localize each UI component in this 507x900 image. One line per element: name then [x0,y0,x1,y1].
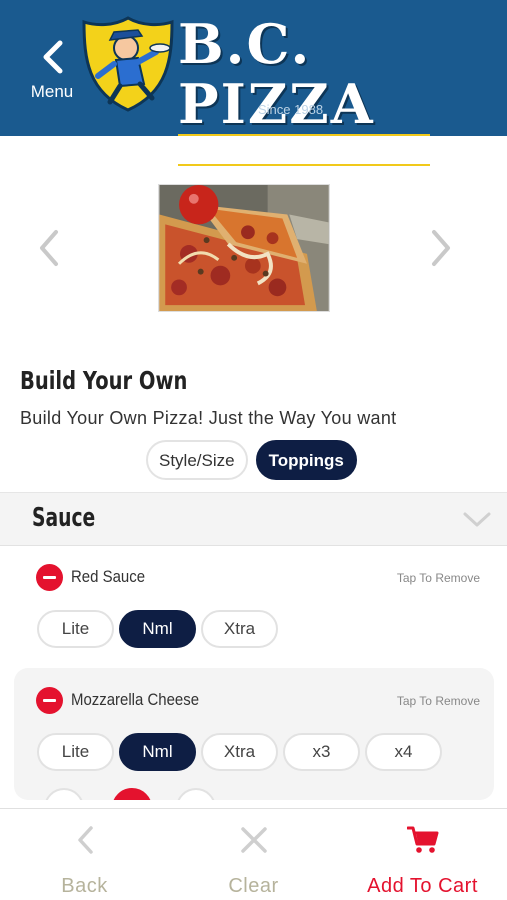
placement-right-button[interactable] [176,788,216,800]
amount-options: Lite Nml Xtra [37,610,278,648]
topping-name: Mozzarella Cheese [71,690,200,709]
menu-button[interactable]: Menu [22,40,82,106]
item-description: Build Your Own Pizza! Just the Way You w… [20,408,397,428]
placement-whole-button[interactable] [112,788,152,800]
chevron-left-icon [77,826,93,854]
section-header-sauce[interactable]: Sauce [0,492,507,546]
mascot-shield-logo [82,16,174,112]
shopping-cart-icon [406,826,438,853]
amount-xtra-button[interactable]: Xtra [201,610,278,648]
amount-lite-button[interactable]: Lite [37,733,114,771]
menu-label: Menu [30,82,74,101]
tab-style-size[interactable]: Style/Size [146,440,248,480]
add-to-cart-label: Add To Cart [367,875,478,897]
placement-left-button[interactable] [44,788,84,800]
back-button[interactable]: Back [0,809,169,900]
amount-x3-button[interactable]: x3 [283,733,360,771]
carousel-next-icon[interactable] [426,228,456,268]
add-to-cart-button[interactable]: Add To Cart [338,809,507,900]
chevron-left-icon [43,40,63,74]
amount-options: Lite Nml Xtra x3 x4 [37,733,442,771]
amount-nml-button[interactable]: Nml [119,610,196,648]
chevron-down-icon [463,512,491,527]
tab-toppings[interactable]: Toppings [255,440,357,480]
tap-to-remove-hint[interactable]: Tap To Remove [397,694,480,708]
amount-lite-button[interactable]: Lite [37,610,114,648]
clear-button[interactable]: Clear [169,809,338,900]
item-title: Build Your Own [20,366,188,395]
brand-since: Since 1988 [258,102,324,117]
topping-name: Red Sauce [71,567,146,586]
builder-tabs: Style/Size Toppings [146,440,357,480]
carousel-prev-icon[interactable] [34,228,64,268]
app-header: Menu B.C. PIZZA The HOMETOWN HANDMADE GO… [0,0,507,166]
topping-row-red-sauce: Red Sauce Tap To Remove Lite Nml Xtra [14,548,494,664]
remove-topping-icon[interactable] [36,687,63,714]
placement-options-partial [44,788,244,800]
close-icon [240,827,267,853]
bottom-action-bar: Back Clear Add To Cart [0,808,507,900]
back-label: Back [61,875,108,897]
topping-row-mozzarella-cheese: Mozzarella Cheese Tap To Remove Lite Nml… [14,668,494,800]
clear-label: Clear [228,875,279,897]
pizza-photo [158,184,330,312]
amount-xtra-button[interactable]: Xtra [201,733,278,771]
image-carousel [0,136,507,356]
tap-to-remove-hint[interactable]: Tap To Remove [397,571,480,585]
amount-x4-button[interactable]: x4 [365,733,442,771]
remove-topping-icon[interactable] [36,564,63,591]
section-title: Sauce [32,503,96,533]
amount-nml-button[interactable]: Nml [119,733,196,771]
